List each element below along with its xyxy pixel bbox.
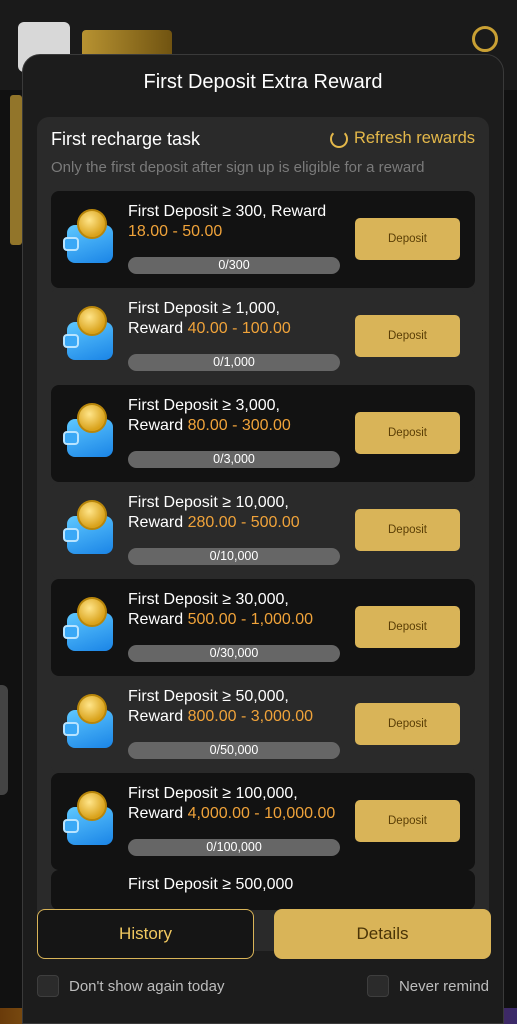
dont-show-today-checkbox[interactable] [37, 975, 59, 997]
search-icon [472, 26, 498, 52]
eligibility-note: Only the first deposit after sign up is … [51, 159, 425, 176]
progress-bar: 0/300 [128, 257, 340, 274]
background-banner-edge [10, 95, 22, 245]
reward-range: 280.00 - 500.00 [187, 514, 300, 531]
task-row: First Deposit ≥ 1,000, Reward 40.00 - 10… [51, 288, 475, 385]
deposit-button[interactable]: Deposit [355, 315, 460, 357]
deposit-button[interactable]: Deposit [355, 703, 460, 745]
wallet-icon [63, 207, 115, 267]
task-row-reward: Reward 800.00 - 3,000.00 [128, 708, 313, 726]
reward-range: 800.00 - 3,000.00 [187, 708, 314, 725]
task-row-reward: Reward 40.00 - 100.00 [128, 320, 291, 338]
reward-range: 500.00 - 1,000.00 [187, 611, 314, 628]
task-row: First Deposit ≥ 50,000, Reward 800.00 - … [51, 676, 475, 773]
progress-bar: 0/3,000 [128, 451, 340, 468]
task-heading: First recharge task [51, 129, 201, 149]
task-row-reward: 18.00 - 50.00 [128, 223, 222, 241]
dont-show-today-label: Don't show again today [69, 977, 225, 995]
deposit-button[interactable]: Deposit [355, 509, 460, 551]
task-row-partial: First Deposit ≥ 500,000 [51, 870, 475, 910]
reward-prefix: Reward [128, 320, 188, 337]
task-row: First Deposit ≥ 10,000, Reward 280.00 - … [51, 482, 475, 579]
task-row-title: First Deposit ≥ 1,000, [128, 300, 280, 317]
deposit-button[interactable]: Deposit [355, 606, 460, 648]
deposit-button[interactable]: Deposit [355, 412, 460, 454]
reward-prefix: Reward [128, 805, 188, 822]
task-row-reward: Reward 280.00 - 500.00 [128, 514, 300, 532]
reward-prefix: Reward [128, 611, 188, 628]
never-remind-checkbox[interactable] [366, 975, 389, 997]
task-row: First Deposit ≥ 30,000, Reward 500.00 - … [51, 579, 475, 676]
progress-bar: 0/1,000 [128, 354, 340, 371]
wallet-icon [63, 789, 115, 849]
progress-bar: 0/100,000 [128, 839, 340, 856]
task-row-title: First Deposit ≥ 30,000, [128, 591, 289, 608]
task-panel: First recharge task Refresh rewards Only… [37, 117, 489, 951]
history-button[interactable]: History [37, 909, 254, 959]
reward-range: 18.00 - 50.00 [128, 223, 223, 240]
task-row-title: First Deposit ≥ 300, Reward [128, 203, 327, 220]
wallet-icon [63, 595, 115, 655]
reward-prefix: Reward [128, 417, 188, 434]
progress-bar: 0/50,000 [128, 742, 340, 759]
never-remind-label: Never remind [398, 977, 489, 995]
reward-range: 4,000.00 - 10,000.00 [187, 805, 336, 822]
modal-title: First Deposit Extra Reward [143, 71, 383, 93]
task-row-title: First Deposit ≥ 3,000, [128, 397, 280, 414]
refresh-rewards-button[interactable]: Refresh rewards [329, 129, 475, 148]
progress-bar: 0/10,000 [128, 548, 340, 565]
task-row: First Deposit ≥ 100,000, Reward 4,000.00… [51, 773, 475, 870]
wallet-icon [63, 498, 115, 558]
deposit-button[interactable]: Deposit [355, 218, 460, 260]
refresh-icon [329, 129, 348, 148]
progress-bar: 0/30,000 [128, 645, 340, 662]
reward-prefix: Reward [128, 514, 188, 531]
wallet-icon [63, 692, 115, 752]
task-list: First Deposit ≥ 300, Reward 18.00 - 50.0… [51, 191, 475, 910]
deposit-button[interactable]: Deposit [355, 800, 460, 842]
task-row: First Deposit ≥ 3,000, Reward 80.00 - 30… [51, 385, 475, 482]
task-row-reward: Reward 80.00 - 300.00 [128, 417, 291, 435]
task-row: First Deposit ≥ 300, Reward 18.00 - 50.0… [51, 191, 475, 288]
never-remind-option[interactable]: Never remind [366, 975, 489, 997]
wallet-icon [63, 401, 115, 461]
details-button[interactable]: Details [274, 909, 491, 959]
refresh-rewards-label: Refresh rewards [353, 129, 475, 147]
reward-modal: First Deposit Extra Reward First recharg… [22, 54, 504, 1024]
task-row-reward: Reward 4,000.00 - 10,000.00 [128, 805, 335, 823]
reward-range: 80.00 - 300.00 [187, 417, 291, 434]
task-row-title: First Deposit ≥ 100,000, [128, 785, 298, 802]
reward-range: 40.00 - 100.00 [187, 320, 291, 337]
wallet-icon [63, 304, 115, 364]
task-row-title: First Deposit ≥ 10,000, [128, 494, 289, 511]
reward-prefix: Reward [128, 708, 188, 725]
task-row-title: First Deposit ≥ 50,000, [128, 688, 289, 705]
dont-show-today-option[interactable]: Don't show again today [37, 975, 224, 997]
task-row-reward: Reward 500.00 - 1,000.00 [128, 611, 313, 629]
background-side-tab [0, 685, 8, 795]
task-row-title: First Deposit ≥ 500,000 [128, 876, 294, 893]
